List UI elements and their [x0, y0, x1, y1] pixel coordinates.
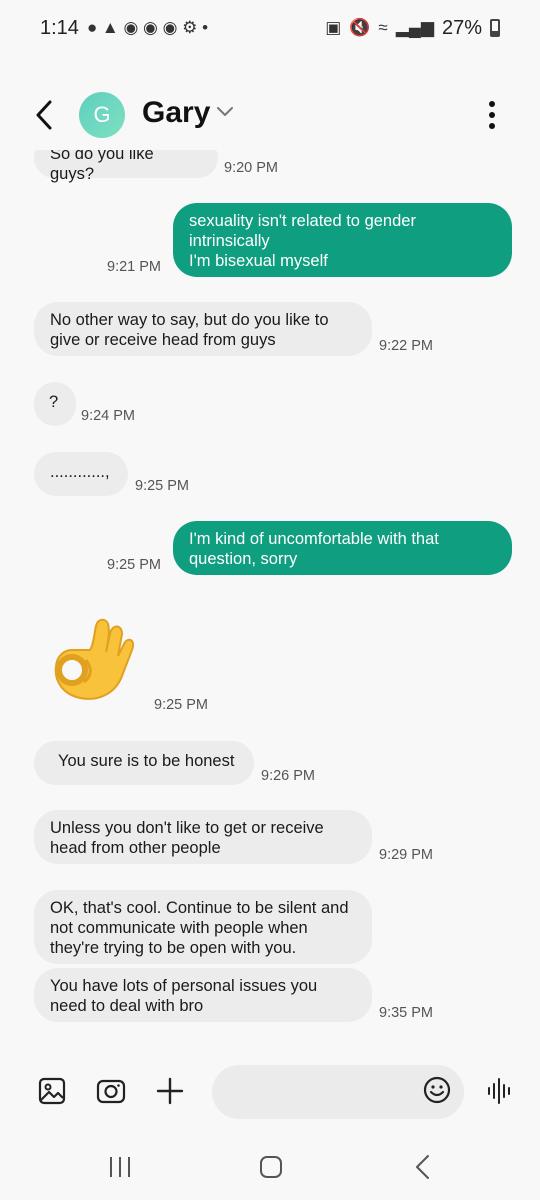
message-time: 9:25 PM: [107, 557, 161, 573]
emoji-icon[interactable]: [423, 1076, 451, 1104]
message-time: 9:22 PM: [379, 338, 433, 354]
contact-name[interactable]: Gary: [142, 96, 210, 130]
voice-input-icon[interactable]: [486, 1076, 514, 1106]
nfc-icon: ▣: [325, 18, 342, 37]
message-list[interactable]: So do you like guys? 9:20 PM 9:21 PM sex…: [0, 150, 540, 1050]
avatar[interactable]: G: [79, 92, 125, 138]
message-time: 9:25 PM: [154, 697, 208, 713]
home-icon[interactable]: [258, 1152, 284, 1182]
message-bubble-incoming[interactable]: Unless you don't like to get or receive …: [34, 810, 372, 864]
chevron-down-icon[interactable]: [215, 102, 235, 122]
message-time: 9:24 PM: [81, 408, 135, 424]
message-bubble-incoming[interactable]: ?: [34, 382, 76, 426]
notification-icons: ● ▲ ◉ ◉ ◉ ⚙ •: [86, 18, 209, 37]
message-time: 9:29 PM: [379, 847, 433, 863]
message-bubble-incoming[interactable]: OK, that's cool. Continue to be silent a…: [34, 890, 372, 964]
back-nav-icon[interactable]: [412, 1152, 432, 1182]
message-time: 9:35 PM: [379, 1005, 433, 1021]
battery-percent: 27%: [441, 16, 482, 39]
signal-icon: ▂▄▆: [395, 18, 434, 37]
status-time: 1:14: [40, 16, 79, 39]
status-bar: 1:14 ● ▲ ◉ ◉ ◉ ⚙ • ▣ 🔇 ≈ ▂▄▆ 27%: [0, 0, 540, 56]
back-icon[interactable]: [30, 98, 60, 132]
message-time: 9:26 PM: [261, 768, 315, 784]
message-time: 9:20 PM: [224, 160, 278, 176]
add-icon[interactable]: [155, 1076, 185, 1106]
mute-icon: 🔇: [349, 18, 371, 37]
message-bubble-incoming[interactable]: You have lots of personal issues you nee…: [34, 968, 372, 1022]
message-bubble-incoming[interactable]: ............,: [34, 452, 128, 496]
message-bubble-incoming[interactable]: You sure is to be honest: [34, 741, 254, 785]
more-options-icon[interactable]: [482, 98, 502, 132]
recent-apps-icon[interactable]: [108, 1152, 132, 1182]
system-nav-bar: [0, 1140, 540, 1192]
ok-hand-emoji[interactable]: [50, 610, 134, 706]
message-time: 9:25 PM: [135, 478, 189, 494]
message-time: 9:21 PM: [107, 259, 161, 275]
message-bubble-outgoing[interactable]: sexuality isn't related to gender intrin…: [173, 203, 512, 277]
battery-icon: [490, 19, 500, 37]
composer-bar: [0, 1060, 540, 1124]
message-bubble-incoming[interactable]: No other way to say, but do you like to …: [34, 302, 372, 356]
status-left: 1:14 ● ▲ ◉ ◉ ◉ ⚙ •: [40, 17, 208, 40]
wifi-icon: ≈: [378, 18, 388, 37]
gallery-icon[interactable]: [37, 1076, 67, 1106]
message-bubble-incoming[interactable]: So do you like guys?: [34, 150, 218, 183]
conversation-header: G Gary: [0, 80, 540, 150]
message-bubble-outgoing[interactable]: I'm kind of uncomfortable with that ques…: [173, 521, 512, 575]
status-right: ▣ 🔇 ≈ ▂▄▆ 27%: [325, 17, 500, 40]
camera-icon[interactable]: [96, 1076, 126, 1106]
